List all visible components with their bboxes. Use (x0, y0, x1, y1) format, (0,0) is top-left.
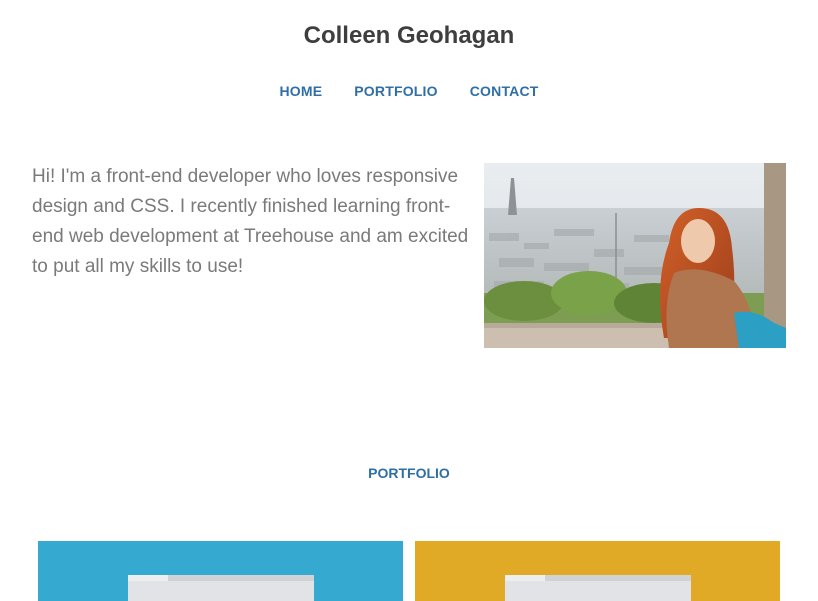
nav-portfolio-link[interactable]: PORTFOLIO (354, 83, 437, 99)
nav-contact-link[interactable]: CONTACT (470, 83, 539, 99)
site-title: Colleen Geohagan (303, 22, 515, 49)
portfolio-heading: PORTFOLIO (368, 465, 450, 481)
thumbnail-browser-tab (505, 575, 545, 581)
thumbnail-browser-tab (128, 575, 168, 581)
profile-photo (484, 163, 786, 348)
portfolio-card[interactable] (38, 541, 403, 601)
nav-home-link[interactable]: HOME (279, 83, 322, 99)
main-nav: HOME PORTFOLIO CONTACT (0, 83, 818, 99)
portfolio-card[interactable] (415, 541, 780, 601)
intro-text: Hi! I'm a front-end developer who loves … (32, 166, 469, 277)
